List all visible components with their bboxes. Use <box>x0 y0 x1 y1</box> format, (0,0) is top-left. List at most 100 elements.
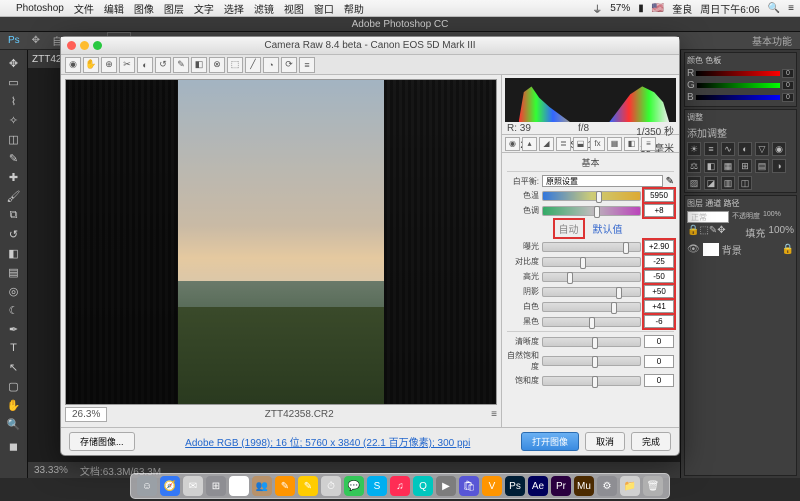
save-image-button[interactable]: 存储图像... <box>69 432 135 451</box>
rgb-g-slider[interactable] <box>697 83 780 88</box>
cr-zoom-select[interactable]: 26.3% <box>65 407 107 422</box>
adj-gradmap-icon[interactable]: ▥ <box>721 176 735 190</box>
dodge-tool[interactable]: ☾ <box>3 301 25 319</box>
slider-value[interactable]: +41 <box>644 300 674 313</box>
marquee-tool[interactable]: ▭ <box>3 73 25 91</box>
slider-track[interactable] <box>542 191 641 201</box>
slider-value[interactable]: +2.90 <box>644 240 674 253</box>
stamp-tool[interactable]: ⧉ <box>3 206 25 224</box>
rgb-r-val[interactable]: 0 <box>782 69 794 78</box>
slider-track[interactable] <box>542 242 641 252</box>
shape-tool[interactable]: ▢ <box>3 377 25 395</box>
slider-track[interactable] <box>542 337 641 347</box>
close-icon[interactable] <box>67 41 76 50</box>
cancel-button[interactable]: 取消 <box>585 432 625 451</box>
slider-value[interactable]: -25 <box>644 255 674 268</box>
adj-brightness-icon[interactable]: ☀ <box>687 142 701 156</box>
minimize-icon[interactable] <box>80 41 89 50</box>
cr-tab-0[interactable]: ◉ <box>505 137 520 151</box>
heal-tool[interactable]: ✚ <box>3 168 25 186</box>
dock-app-4[interactable]: 5 <box>229 476 249 496</box>
lasso-tool[interactable]: ⌇ <box>3 92 25 110</box>
status-zoom[interactable]: 33.33% <box>34 465 68 476</box>
path-tool[interactable]: ↖ <box>3 358 25 376</box>
wb-select[interactable]: 原照设置 <box>542 175 663 187</box>
adj-mixer-icon[interactable]: ⊞ <box>738 159 752 173</box>
dock-app-17[interactable]: Ae <box>528 476 548 496</box>
slider-track[interactable] <box>542 206 641 216</box>
adj-hue-icon[interactable]: ◉ <box>772 142 786 156</box>
adjust-tab[interactable]: 调整 <box>687 112 794 123</box>
adj-invert-icon[interactable]: ◑ <box>772 159 786 173</box>
slider-track[interactable] <box>542 317 641 327</box>
cr-tab-1[interactable]: ▴ <box>522 137 537 151</box>
slider-track[interactable] <box>542 302 641 312</box>
dock-app-12[interactable]: Q <box>413 476 433 496</box>
dock-app-14[interactable]: 🛍 <box>459 476 479 496</box>
fg-bg-swatch[interactable]: ◼ <box>3 434 25 458</box>
dock-app-22[interactable]: 🗑 <box>643 476 663 496</box>
dock-app-18[interactable]: Pr <box>551 476 571 496</box>
dock-app-11[interactable]: ♫ <box>390 476 410 496</box>
cr-tool-8[interactable]: ⊗ <box>209 57 225 73</box>
cr-tab-8[interactable]: ≡ <box>641 137 656 151</box>
slider-value[interactable]: 5950 <box>644 189 674 202</box>
menu-file[interactable]: 文件 <box>74 1 94 16</box>
done-button[interactable]: 完成 <box>631 432 671 451</box>
cr-tab-3[interactable]: ≣ <box>556 137 571 151</box>
histogram-graph[interactable] <box>505 78 676 122</box>
brush-tool[interactable]: 🖌 <box>3 187 25 205</box>
notif-icon[interactable]: ≡ <box>788 3 794 14</box>
cr-tab-7[interactable]: ◧ <box>624 137 639 151</box>
history-tool[interactable]: ↺ <box>3 225 25 243</box>
dialog-titlebar[interactable]: Camera Raw 8.4 beta - Canon EOS 5D Mark … <box>61 37 679 55</box>
open-image-button[interactable]: 打开图像 <box>521 432 579 451</box>
dock-app-16[interactable]: Ps <box>505 476 525 496</box>
wifi-icon[interactable]: ⏚ <box>592 1 602 16</box>
cr-tool-0[interactable]: ◉ <box>65 57 81 73</box>
eye-icon[interactable]: 👁 <box>687 244 700 255</box>
move-tool-icon[interactable]: ✥ <box>32 35 40 46</box>
dock-app-6[interactable]: ✎ <box>275 476 295 496</box>
spotlight-icon[interactable]: 🔍 <box>768 3 780 14</box>
dock-app-0[interactable]: ☺ <box>137 476 157 496</box>
layer-name[interactable]: 背景 <box>722 242 742 257</box>
adj-levels-icon[interactable]: ≡ <box>704 142 718 156</box>
adj-thresh-icon[interactable]: ◪ <box>704 176 718 190</box>
blend-mode[interactable]: 正常 <box>687 211 729 223</box>
default-button[interactable]: 默认值 <box>589 220 627 237</box>
opacity-value[interactable]: 100% <box>763 211 781 223</box>
dock-app-5[interactable]: 👥 <box>252 476 272 496</box>
rgb-b-slider[interactable] <box>696 95 780 100</box>
slider-value[interactable]: -50 <box>644 270 674 283</box>
workspace-switcher[interactable]: 基本功能 <box>752 33 792 48</box>
dock-app-9[interactable]: 💬 <box>344 476 364 496</box>
cr-tool-6[interactable]: ✎ <box>173 57 189 73</box>
cr-tool-12[interactable]: ⟳ <box>281 57 297 73</box>
adj-photo-icon[interactable]: ▦ <box>721 159 735 173</box>
cr-tab-2[interactable]: ◢ <box>539 137 554 151</box>
menu-filter[interactable]: 滤镜 <box>254 1 274 16</box>
gradient-tool[interactable]: ▤ <box>3 263 25 281</box>
workflow-link[interactable]: Adobe RGB (1998); 16 位; 5760 x 3840 (22.… <box>185 434 470 449</box>
dock-app-20[interactable]: ⚙ <box>597 476 617 496</box>
move-tool[interactable]: ✥ <box>3 54 25 72</box>
adj-exposure-icon[interactable]: ◐ <box>738 142 752 156</box>
slider-track[interactable] <box>542 272 641 282</box>
cr-tool-4[interactable]: ◐ <box>137 57 153 73</box>
zoom-window-icon[interactable] <box>93 41 102 50</box>
blur-tool[interactable]: ◎ <box>3 282 25 300</box>
menu-view[interactable]: 视图 <box>284 1 304 16</box>
menu-select[interactable]: 选择 <box>224 1 244 16</box>
ps-icon[interactable]: Ps <box>8 35 20 46</box>
dock-app-13[interactable]: ▶ <box>436 476 456 496</box>
slider-value[interactable]: -6 <box>644 315 674 328</box>
adj-selcol-icon[interactable]: ◫ <box>738 176 752 190</box>
clock[interactable]: 周日下午6:06 <box>700 1 759 16</box>
menu-edit[interactable]: 编辑 <box>104 1 124 16</box>
cr-tab-6[interactable]: ▦ <box>607 137 622 151</box>
cr-tool-2[interactable]: ⊕ <box>101 57 117 73</box>
dock-app-1[interactable]: 🧭 <box>160 476 180 496</box>
adj-colbal-icon[interactable]: ⚖ <box>687 159 701 173</box>
menu-image[interactable]: 图像 <box>134 1 154 16</box>
